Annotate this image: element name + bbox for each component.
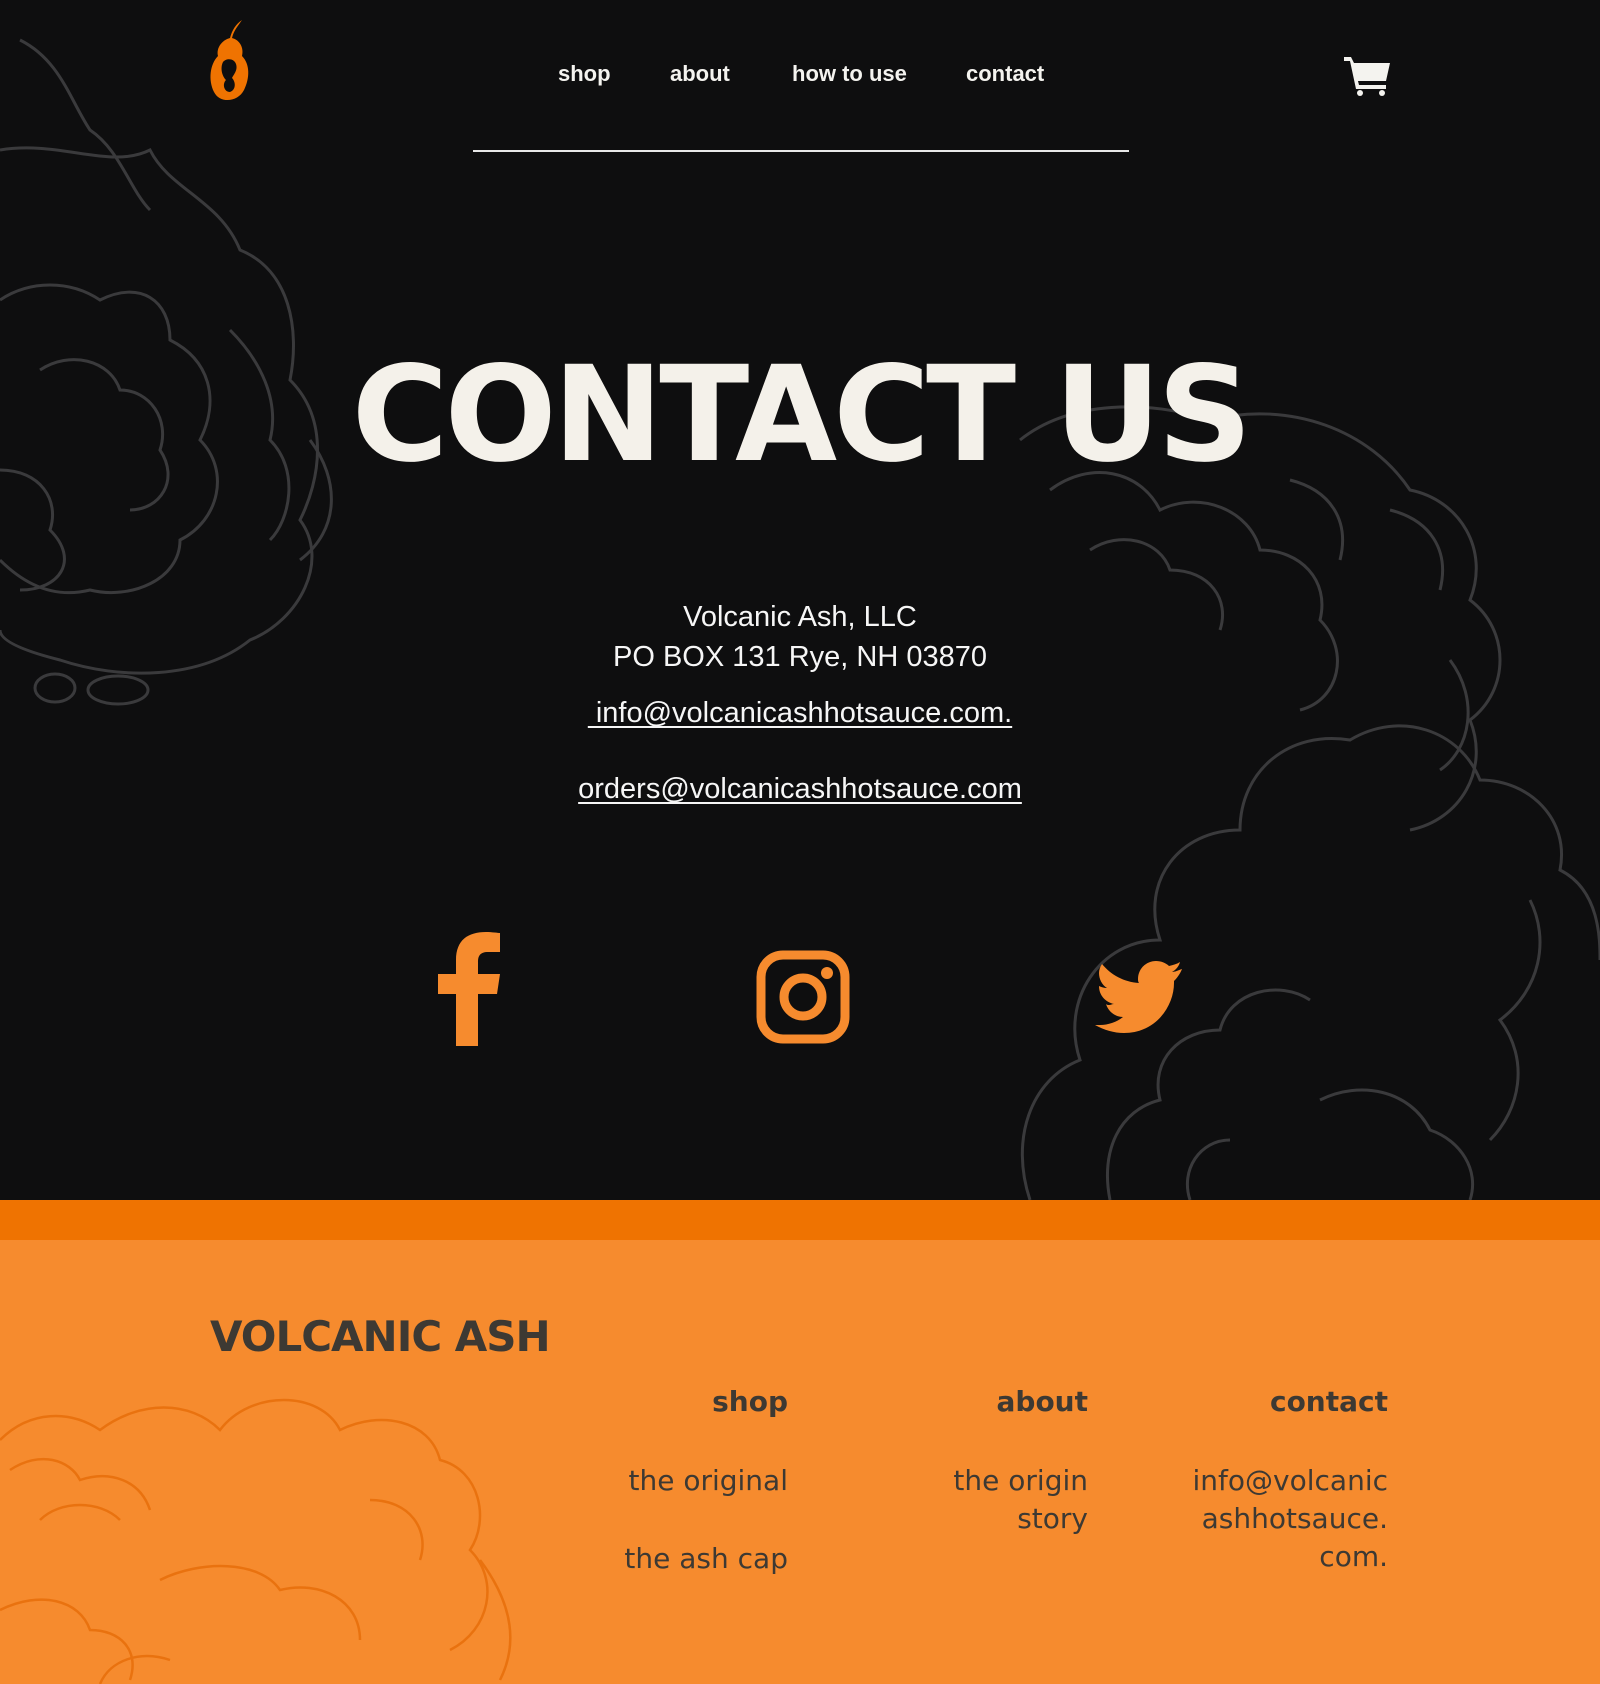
footer-email-line2: ashhotsauce. [1201, 1502, 1388, 1535]
footer-link-the-ash-cap[interactable]: the ash cap [560, 1540, 788, 1578]
footer-link-origin-story-line2: story [1017, 1502, 1088, 1535]
twitter-icon [1095, 961, 1182, 1033]
site-footer: VOLCANIC ASH shop the original the ash c… [0, 1240, 1600, 1684]
page-title: CONTACT US [351, 338, 1253, 492]
contact-page: shop about how to use contact CONTACT US… [0, 0, 1600, 1684]
footer-link-origin-story[interactable]: the origin story [868, 1462, 1088, 1538]
footer-link-origin-story-line1: the origin [953, 1464, 1088, 1497]
footer-accent-band [0, 1200, 1600, 1240]
nav-how-to-use[interactable]: how to use [792, 61, 907, 87]
info-email-link[interactable]: info@volcanicashhotsauce.com. [588, 697, 1012, 729]
footer-link-the-original[interactable]: the original [560, 1462, 788, 1500]
footer-email-line3: com. [1319, 1540, 1388, 1573]
instagram-icon [756, 950, 850, 1044]
main-nav: shop about how to use contact [473, 58, 1129, 152]
footer-heading-contact: contact [1269, 1385, 1388, 1418]
footer-col-shop: shop the original the ash cap [560, 1384, 788, 1578]
info-email-row: info@volcanicashhotsauce.com. [0, 697, 1600, 730]
nav-contact[interactable]: contact [966, 61, 1044, 87]
facebook-icon [438, 932, 500, 1046]
cart-icon[interactable] [1344, 54, 1390, 96]
instagram-link[interactable] [756, 950, 850, 1044]
orders-email-link[interactable]: orders@volcanicashhotsauce.com [578, 773, 1022, 805]
footer-heading-shop: shop [712, 1385, 788, 1418]
footer-brand: VOLCANIC ASH [210, 1312, 551, 1361]
footer-contact-email[interactable]: info@volcanic ashhotsauce. com. [1166, 1462, 1388, 1576]
pepper-logo-icon[interactable] [206, 18, 252, 106]
footer-email-line1: info@volcanic [1192, 1464, 1388, 1497]
footer-col-contact: contact info@volcanic ashhotsauce. com. [1166, 1384, 1388, 1576]
orders-email-row: orders@volcanicashhotsauce.com [0, 773, 1600, 806]
footer-col-about: about the origin story [868, 1384, 1088, 1538]
mailing-address: PO BOX 131 Rye, NH 03870 [613, 641, 987, 673]
nav-shop[interactable]: shop [558, 61, 611, 87]
twitter-link[interactable] [1094, 960, 1184, 1034]
footer-heading-about: about [996, 1385, 1089, 1418]
nav-about[interactable]: about [670, 61, 730, 87]
company-name: Volcanic Ash, LLC [683, 601, 917, 633]
footer-smoke-decoration [0, 1398, 512, 1684]
facebook-link[interactable] [436, 932, 502, 1046]
